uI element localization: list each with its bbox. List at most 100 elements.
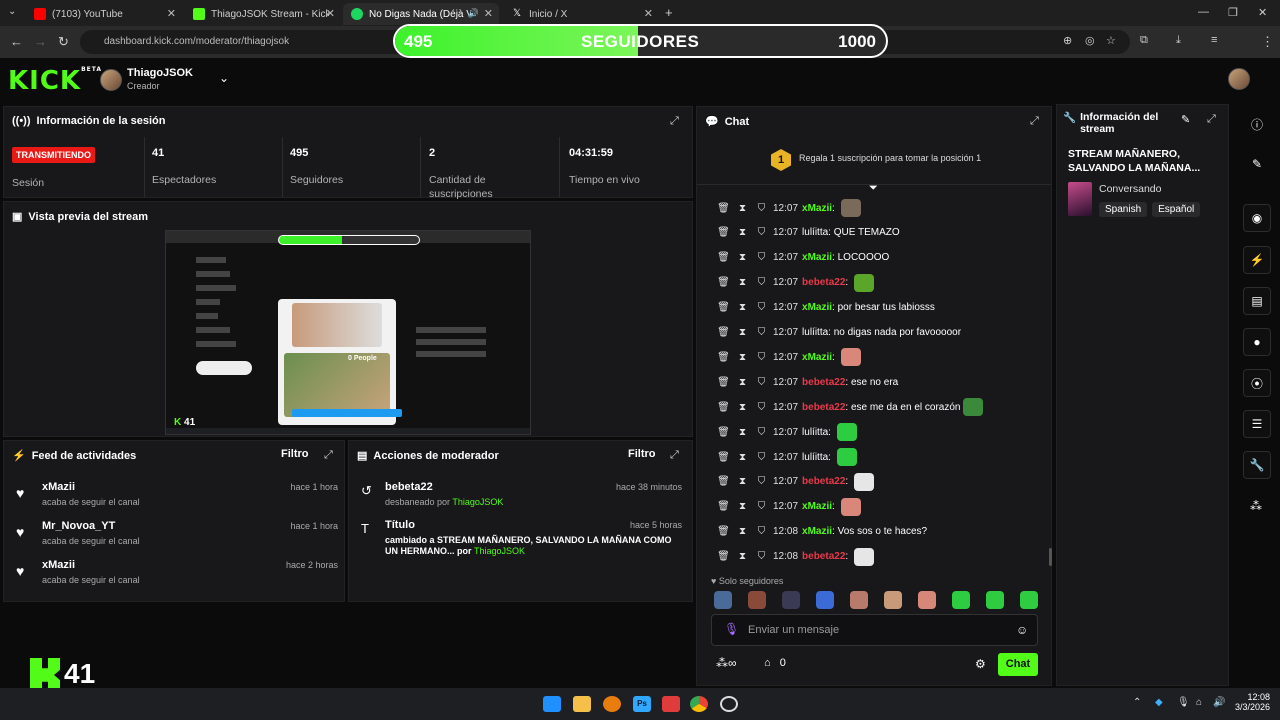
timeout-icon[interactable]: ⧗ bbox=[735, 252, 750, 263]
timeout-icon[interactable]: ⧗ bbox=[735, 476, 750, 487]
wps-icon[interactable] bbox=[662, 696, 680, 712]
close-icon[interactable]: ✕ bbox=[644, 7, 653, 20]
chat-user[interactable]: bebeta22 bbox=[802, 277, 845, 288]
tray-chevron-icon[interactable]: ⌃ bbox=[1133, 697, 1141, 708]
users-icon[interactable]: ⁂ bbox=[1250, 499, 1262, 513]
delete-icon[interactable]: 🗑 bbox=[716, 327, 731, 338]
close-icon[interactable]: ✕ bbox=[326, 7, 335, 20]
forward-icon[interactable]: → bbox=[34, 34, 47, 49]
chat-message[interactable]: 🗑 ⧗ ⛉ 12:07 xMazii: bbox=[716, 497, 861, 516]
chat-message[interactable]: 🗑 ⧗ ⛉ 12:07 lulíitta: bbox=[716, 423, 857, 442]
close-icon[interactable]: ✕ bbox=[484, 7, 493, 20]
pinned-gift-banner[interactable]: 1 Regala 1 suscripción para tomar la pos… bbox=[697, 137, 1051, 185]
menu-icon[interactable]: ⋮ bbox=[1261, 34, 1274, 50]
chat-input-box[interactable]: 🎙 Enviar un mensaje ☺ bbox=[711, 614, 1038, 646]
delete-icon[interactable]: 🗑 bbox=[716, 402, 731, 413]
collapse-pinned-icon[interactable]: ⏷ bbox=[869, 182, 878, 195]
obs-icon[interactable] bbox=[720, 696, 738, 712]
delete-icon[interactable]: 🗑 bbox=[716, 377, 731, 388]
ban-icon[interactable]: ⛉ bbox=[754, 277, 769, 288]
chat-user[interactable]: bebeta22 bbox=[802, 551, 845, 562]
user-avatar[interactable] bbox=[1228, 68, 1250, 90]
delete-icon[interactable]: 🗑 bbox=[716, 203, 731, 214]
mod-action-by[interactable]: ThiagoJSOK bbox=[452, 497, 503, 507]
emote-button[interactable] bbox=[918, 591, 936, 609]
emote-button[interactable] bbox=[986, 591, 1004, 609]
lightning-icon[interactable]: ⚡ bbox=[1243, 246, 1271, 274]
delete-icon[interactable]: 🗑 bbox=[716, 227, 731, 238]
tray-app-icon[interactable]: ◆ bbox=[1155, 697, 1163, 708]
timeout-icon[interactable]: ⧗ bbox=[735, 277, 750, 288]
delete-icon[interactable]: 🗑 bbox=[716, 352, 731, 363]
microphone-icon[interactable]: 🎙 bbox=[724, 622, 739, 636]
delete-icon[interactable]: 🗑 bbox=[716, 476, 731, 487]
ban-icon[interactable]: ⛉ bbox=[754, 227, 769, 238]
stream-preview-video[interactable]: 0 People K 41 bbox=[165, 230, 531, 435]
chat-user[interactable]: lulíitta bbox=[802, 327, 828, 338]
delete-icon[interactable]: 🗑 bbox=[716, 501, 731, 512]
points-display[interactable]: ⌂ 0 bbox=[764, 657, 786, 669]
delete-icon[interactable]: 🗑 bbox=[716, 526, 731, 537]
chrome-icon[interactable] bbox=[690, 696, 708, 712]
start-menu-icon[interactable] bbox=[543, 696, 561, 712]
chat-user[interactable]: xMazii bbox=[802, 302, 832, 313]
emote-button[interactable] bbox=[714, 591, 732, 609]
delete-icon[interactable]: 🗑 bbox=[716, 302, 731, 313]
chat-user[interactable]: xMazii bbox=[802, 501, 832, 512]
photoshop-icon[interactable]: Ps bbox=[633, 696, 651, 712]
chat-message[interactable]: 🗑 ⧗ ⛉ 12:07 bebeta22: ese me da en el corazó… bbox=[716, 398, 984, 417]
timeout-icon[interactable]: ⧗ bbox=[735, 427, 750, 438]
ban-icon[interactable]: ⛉ bbox=[754, 501, 769, 512]
chat-user[interactable]: xMazii bbox=[802, 526, 832, 537]
ban-icon[interactable]: ⛉ bbox=[754, 377, 769, 388]
send-chat-button[interactable]: Chat bbox=[998, 653, 1038, 676]
camera-icon[interactable]: ◉ bbox=[1243, 204, 1271, 232]
chat-message[interactable]: 🗑 ⧗ ⛉ 12:07 xMazii: por besar tus labiosss bbox=[716, 299, 935, 317]
chat-message[interactable]: 🗑 ⧗ ⛉ 12:07 lulíitta: no digas nada por favo… bbox=[716, 324, 961, 342]
download-icon[interactable]: ⤓ bbox=[1176, 34, 1181, 47]
ban-icon[interactable]: ⛉ bbox=[754, 352, 769, 363]
broadcast-icon[interactable]: ⦿ bbox=[1243, 369, 1271, 397]
chat-message[interactable]: 🗑 ⧗ ⛉ 12:07 lulíitta: QUE TEMAZO bbox=[716, 224, 900, 242]
edit-icon[interactable]: ✎ bbox=[1243, 150, 1271, 178]
mod-filter-button[interactable]: Filtro bbox=[628, 448, 656, 460]
bookmark-star-icon[interactable]: ☆ bbox=[1106, 34, 1116, 47]
chat-icon[interactable]: ● bbox=[1243, 328, 1271, 356]
chat-message[interactable]: 🗑 ⧗ ⛉ 12:07 lulíitta: bbox=[716, 448, 857, 466]
delete-icon[interactable]: 🗑 bbox=[716, 452, 731, 463]
timeout-icon[interactable]: ⧗ bbox=[735, 526, 750, 537]
tab-search-icon[interactable]: ⌄ bbox=[8, 6, 16, 17]
emote-button[interactable] bbox=[850, 591, 868, 609]
emote-button[interactable] bbox=[782, 591, 800, 609]
chat-message[interactable]: 🗑 ⧗ ⛉ 12:07 xMazii: bbox=[716, 348, 861, 367]
expand-icon[interactable]: ⤢ bbox=[670, 449, 679, 462]
expand-icon[interactable]: ⤢ bbox=[1207, 113, 1216, 126]
edit-pencil-icon[interactable]: ✎ bbox=[1181, 113, 1190, 126]
ban-icon[interactable]: ⛉ bbox=[754, 476, 769, 487]
chat-message[interactable]: 🗑 ⧗ ⛉ 12:07 bebeta22: bbox=[716, 472, 874, 491]
chat-user[interactable]: lulíitta bbox=[802, 427, 828, 438]
chat-user[interactable]: xMazii bbox=[802, 352, 832, 363]
kick-logo[interactable]: KICKBETA bbox=[8, 66, 102, 96]
timeout-icon[interactable]: ⧗ bbox=[735, 402, 750, 413]
microphone-tray-icon[interactable]: 🎙 bbox=[1177, 697, 1190, 708]
chat-user[interactable]: lulíitta bbox=[802, 452, 828, 463]
ban-icon[interactable]: ⛉ bbox=[754, 551, 769, 562]
minimize-icon[interactable]: — bbox=[1198, 6, 1209, 18]
emote-button[interactable] bbox=[816, 591, 834, 609]
chat-user[interactable]: xMazii bbox=[802, 203, 832, 214]
ban-icon[interactable]: ⛉ bbox=[754, 302, 769, 313]
tab-spotify[interactable]: No Digas Nada (Déjà Vu) - 🔊 ✕ bbox=[343, 3, 499, 25]
ban-icon[interactable]: ⛉ bbox=[754, 203, 769, 214]
emote-button[interactable] bbox=[952, 591, 970, 609]
timeout-icon[interactable]: ⧗ bbox=[735, 551, 750, 562]
chat-settings-gear-icon[interactable]: ⚙ bbox=[975, 657, 986, 671]
chat-user[interactable]: bebeta22 bbox=[802, 476, 845, 487]
chat-scrollbar[interactable] bbox=[1049, 548, 1052, 566]
timeout-icon[interactable]: ⧗ bbox=[735, 227, 750, 238]
close-icon[interactable]: ✕ bbox=[167, 7, 176, 20]
chat-input[interactable]: Enviar un mensaje bbox=[748, 624, 839, 636]
chat-message[interactable]: 🗑 ⧗ ⛉ 12:07 bebeta22: bbox=[716, 273, 874, 292]
info-icon[interactable]: ⓘ bbox=[1251, 116, 1263, 133]
chat-message[interactable]: 🗑 ⧗ ⛉ 12:07 xMazii: bbox=[716, 199, 861, 217]
